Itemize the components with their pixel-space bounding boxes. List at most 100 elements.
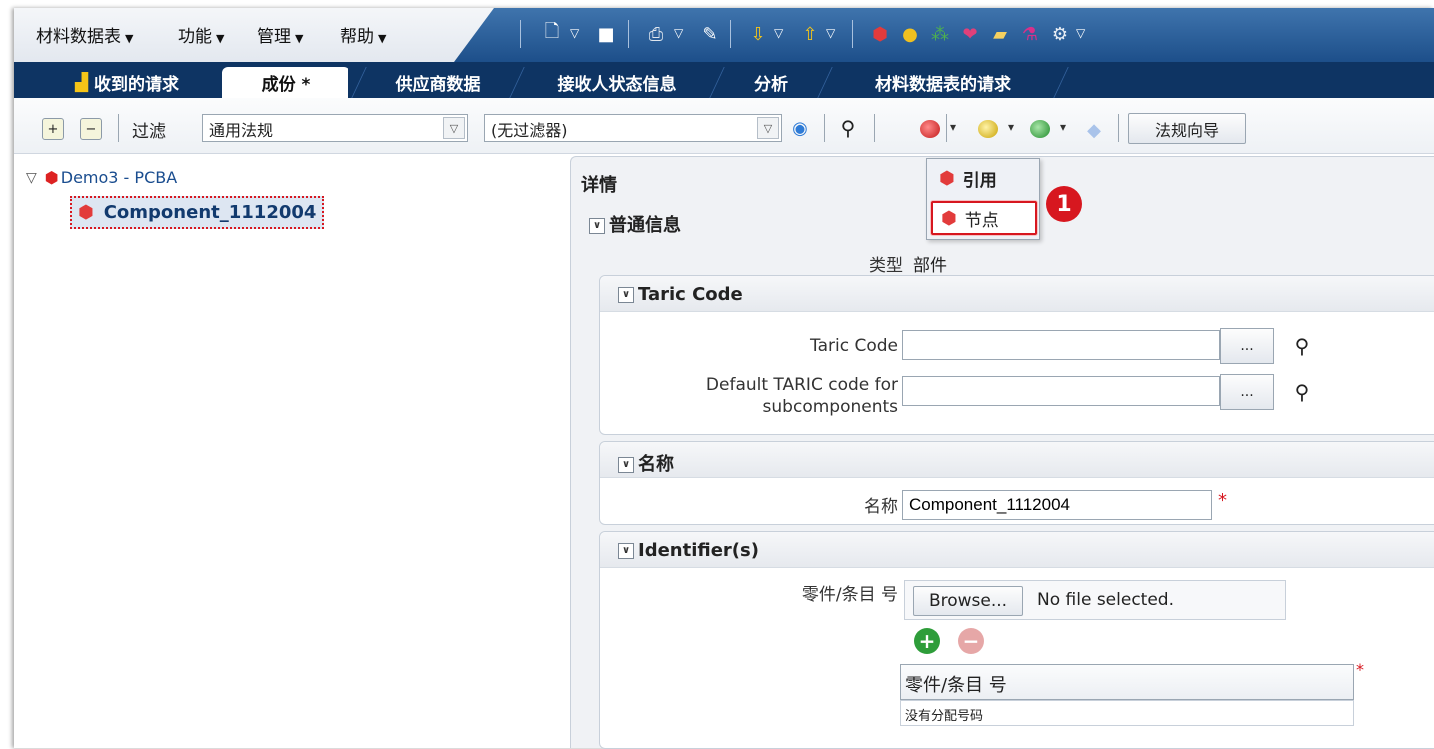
heart-icon[interactable]: ❤ bbox=[958, 22, 982, 46]
collapse-triangle-icon[interactable]: ▽ bbox=[26, 170, 37, 186]
dropdown-arrow-icon[interactable]: ▾ bbox=[950, 120, 964, 134]
taric-code-browse-button[interactable]: ... bbox=[1220, 328, 1274, 364]
print-icon[interactable]: ⎙ bbox=[644, 22, 668, 46]
chevron-down-icon: ▼ bbox=[216, 32, 225, 45]
chevron-down-icon[interactable]: ∨ bbox=[618, 287, 634, 303]
step-badge: 1 bbox=[1046, 186, 1082, 222]
toolbar-separator bbox=[1118, 114, 1119, 142]
menu-manage[interactable]: 管理 ▼ bbox=[257, 22, 303, 47]
dropdown-arrow-icon[interactable]: ▾ bbox=[1008, 120, 1022, 134]
gear-icon[interactable]: ⚙ bbox=[1048, 22, 1072, 46]
substance-icon[interactable]: ⁂ bbox=[928, 22, 952, 46]
toolbar-separator bbox=[730, 20, 731, 48]
menu-help[interactable]: 帮助 ▼ bbox=[340, 22, 386, 47]
browse-button[interactable]: Browse... bbox=[913, 586, 1023, 616]
new-document-icon[interactable]: 🗋 bbox=[540, 21, 564, 46]
download-icon[interactable]: ⇩ bbox=[746, 22, 770, 46]
name-header[interactable]: ∨ 名称 bbox=[618, 450, 674, 476]
menu-material-datasheet[interactable]: 材料数据表 ▼ bbox=[36, 22, 133, 47]
chevron-down-icon[interactable]: ∨ bbox=[618, 543, 634, 559]
tab-divider bbox=[1050, 67, 1072, 98]
tree-node-root[interactable]: ▽ ⬢ Demo3 - PCBA bbox=[26, 168, 177, 187]
edit-document-icon[interactable]: ✎ bbox=[698, 22, 722, 46]
dropdown-arrow-icon[interactable]: ▽ bbox=[826, 26, 840, 40]
required-marker: * bbox=[1218, 490, 1227, 511]
toolbar-separator bbox=[946, 114, 947, 142]
chevron-down-icon[interactable]: ∨ bbox=[589, 218, 605, 234]
tab-divider bbox=[814, 67, 836, 98]
component-add-icon: ⬢ bbox=[941, 207, 957, 229]
menu-bar: 材料数据表 ▼ 功能 ▼ 管理 ▼ 帮助 ▼ 🗋 ▽ ■ ⎙ ▽ ✎ ⇩ ▽ ⇧ ▽ ⬢… bbox=[14, 8, 1434, 62]
toolbar-separator bbox=[520, 20, 521, 48]
tab-received-requests[interactable]: ▟ 收到的请求 bbox=[42, 67, 212, 98]
table-empty-row: 没有分配号码 bbox=[900, 700, 1354, 726]
part-number-label: 零件/条目 号 bbox=[801, 585, 898, 605]
chevron-down-icon[interactable]: ▽ bbox=[757, 117, 779, 139]
general-info-header[interactable]: ∨ 普通信息 bbox=[589, 211, 681, 237]
collapse-all-icon[interactable]: − bbox=[80, 118, 102, 140]
expand-all-icon[interactable]: + bbox=[42, 118, 64, 140]
chevron-down-icon[interactable]: ▽ bbox=[443, 117, 465, 139]
type-value: 部件 bbox=[913, 256, 947, 276]
legislation-wizard-button[interactable]: 法规向导 bbox=[1128, 113, 1246, 144]
search-icon[interactable]: ⚲ bbox=[836, 116, 860, 140]
add-substance-icon[interactable] bbox=[1030, 120, 1050, 138]
material-icon[interactable]: ● bbox=[898, 22, 922, 46]
tab-divider bbox=[706, 67, 728, 98]
chevron-down-icon: ▼ bbox=[295, 32, 304, 45]
details-panel: 详情 ∨ 普通信息 类型 部件 ∨ Taric Code Taric Code ..… bbox=[570, 156, 1434, 749]
search-icon[interactable]: ⚲ bbox=[1290, 334, 1314, 358]
upload-icon[interactable]: ⇧ bbox=[798, 22, 822, 46]
menu-functions[interactable]: 功能 ▼ bbox=[178, 22, 224, 47]
filter-label: 过滤 bbox=[132, 122, 166, 142]
search-icon[interactable]: ⚲ bbox=[1290, 380, 1314, 404]
dropdown-arrow-icon[interactable]: ▽ bbox=[674, 26, 688, 40]
default-taric-label: Default TARIC code for subcomponents bbox=[705, 375, 898, 417]
name-input[interactable] bbox=[902, 490, 1212, 520]
save-icon[interactable]: ■ bbox=[594, 22, 618, 46]
dropdown-arrow-icon[interactable]: ▽ bbox=[774, 26, 788, 40]
filter-toolbar: + − 过滤 通用法规 ▽ (无过滤器) ▽ ◉ ⚲ ▾ ▾ ▾ ◆ 法规向导 bbox=[14, 98, 1434, 154]
chevron-down-icon: ▼ bbox=[378, 32, 387, 45]
tab-composition[interactable]: 成份 * bbox=[222, 67, 350, 98]
details-title: 详情 bbox=[581, 175, 617, 196]
file-upload-field: Browse... No file selected. bbox=[904, 580, 1286, 620]
tab-supplier-data[interactable]: 供应商数据 bbox=[370, 67, 506, 98]
type-label: 类型 bbox=[869, 256, 903, 276]
taric-code-label: Taric Code bbox=[810, 336, 898, 356]
menu-item-node[interactable]: ⬢ 节点 bbox=[931, 201, 1037, 235]
folder-icon[interactable]: ▰ bbox=[988, 22, 1012, 46]
no-file-text: No file selected. bbox=[1037, 590, 1174, 610]
component-icon[interactable]: ⬢ bbox=[868, 22, 892, 46]
tab-analysis[interactable]: 分析 bbox=[728, 67, 814, 98]
remove-icon[interactable]: − bbox=[958, 628, 984, 654]
application-window: 材料数据表 ▼ 功能 ▼ 管理 ▼ 帮助 ▼ 🗋 ▽ ■ ⎙ ▽ ✎ ⇩ ▽ ⇧ ▽ ⬢… bbox=[14, 8, 1434, 749]
dropdown-arrow-icon[interactable]: ▾ bbox=[1060, 120, 1074, 134]
toolbar-separator bbox=[824, 114, 825, 142]
identifiers-header[interactable]: ∨ Identifier(s) bbox=[618, 540, 759, 561]
taric-code-header[interactable]: ∨ Taric Code bbox=[618, 284, 743, 305]
add-component-icon[interactable] bbox=[920, 120, 940, 138]
flask-icon[interactable]: ⚗ bbox=[1018, 22, 1042, 46]
taric-code-input[interactable] bbox=[902, 330, 1220, 360]
menu-item-reference[interactable]: ⬢ 引用 bbox=[931, 161, 1037, 195]
toolbar-separator bbox=[118, 114, 119, 142]
dropdown-arrow-icon[interactable]: ▽ bbox=[1076, 26, 1090, 40]
add-material-icon[interactable] bbox=[978, 120, 998, 138]
chevron-down-icon[interactable]: ∨ bbox=[618, 457, 634, 473]
tree-node-component[interactable]: ⬢ Component_1112004 bbox=[70, 196, 325, 229]
legislation-filter-select[interactable]: 通用法规 ▽ bbox=[202, 114, 468, 142]
name-section: ∨名称 名称 * bbox=[599, 441, 1434, 525]
filter-select[interactable]: (无过滤器) ▽ bbox=[484, 114, 782, 142]
tab-divider bbox=[348, 67, 370, 98]
toolbar-separator bbox=[628, 20, 629, 48]
dropdown-arrow-icon[interactable]: ▽ bbox=[570, 26, 584, 40]
add-icon[interactable]: + bbox=[914, 628, 940, 654]
tab-datasheet-requests[interactable]: 材料数据表的请求 bbox=[836, 67, 1050, 98]
tab-recipient-status[interactable]: 接收人状态信息 bbox=[528, 67, 706, 98]
table-header: 零件/条目 号 bbox=[900, 664, 1354, 700]
eye-icon[interactable]: ◉ bbox=[788, 116, 812, 140]
default-taric-input[interactable] bbox=[902, 376, 1220, 406]
default-taric-browse-button[interactable]: ... bbox=[1220, 374, 1274, 410]
top-strip bbox=[0, 0, 1434, 8]
